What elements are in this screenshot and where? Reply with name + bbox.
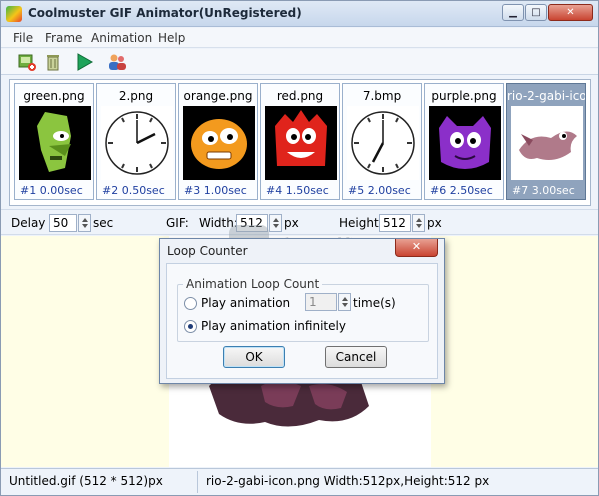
frame-info: #2 0.50sec: [102, 184, 165, 197]
play-icon[interactable]: [74, 52, 94, 72]
app-window: Coolmuster GIF Animator(UnRegistered) ▁ …: [0, 0, 599, 496]
frame-thumbnail: [511, 106, 583, 180]
status-file: Untitled.gif (512 * 512)px: [9, 474, 163, 488]
users-icon[interactable]: [107, 52, 127, 72]
delay-spinner[interactable]: [78, 214, 91, 232]
dialog-body: Animation Loop Count Play animation 1 ti…: [166, 263, 438, 379]
frame-5[interactable]: 7.bmp #5 2.00sec: [342, 83, 422, 200]
maximize-button[interactable]: □: [525, 4, 547, 21]
frame-name: purple.png: [431, 89, 497, 103]
group-label: Animation Loop Count: [183, 277, 323, 291]
play-infinite-radio[interactable]: [184, 320, 197, 333]
width-spinner[interactable]: [269, 214, 282, 232]
width-label: Width:: [199, 216, 238, 230]
width-unit: px: [284, 216, 299, 230]
frame-info: #6 2.50sec: [430, 184, 493, 197]
loop-count-spinner[interactable]: [338, 293, 351, 311]
dialog-close-button[interactable]: ✕: [395, 239, 438, 257]
frame-7[interactable]: rio-2-gabi-icon #7 3.00sec: [506, 83, 586, 200]
frame-info: #7 3.00sec: [512, 184, 575, 197]
height-spinner[interactable]: [412, 214, 425, 232]
frame-info: #4 1.50sec: [266, 184, 329, 197]
frame-strip[interactable]: green.png #1 0.00sec 2.png #2 0.50sec or…: [9, 79, 591, 206]
loop-count-input[interactable]: 1: [305, 293, 337, 311]
play-count-radio[interactable]: [184, 297, 197, 310]
title-bar[interactable]: Coolmuster GIF Animator(UnRegistered) ▁ …: [1, 1, 598, 27]
height-input[interactable]: 512: [379, 214, 411, 232]
loop-count-group: [177, 284, 429, 342]
frame-4[interactable]: red.png #4 1.50sec: [260, 83, 340, 200]
cancel-button[interactable]: Cancel: [325, 346, 387, 368]
height-unit: px: [427, 216, 442, 230]
menu-frame[interactable]: Frame: [45, 31, 82, 45]
loop-count-unit: time(s): [353, 296, 396, 310]
frame-name: green.png: [23, 89, 85, 103]
menu-animation[interactable]: Animation: [91, 31, 152, 45]
delay-input[interactable]: 50: [49, 214, 77, 232]
toolbar: [1, 49, 598, 75]
delay-unit: sec: [93, 216, 114, 230]
window-title: Coolmuster GIF Animator(UnRegistered): [28, 6, 302, 20]
app-icon: [6, 6, 22, 22]
ok-button[interactable]: OK: [223, 346, 285, 368]
delay-bar: Delay : 50 sec GIF: Width: 512 px Height…: [1, 209, 598, 235]
add-image-icon[interactable]: [17, 52, 37, 72]
menu-bar: File Frame Animation Help: [1, 28, 598, 48]
frame-thumbnail: [347, 106, 419, 180]
frame-name: 2.png: [118, 89, 154, 103]
frame-2[interactable]: 2.png #2 0.50sec: [96, 83, 176, 200]
frame-thumbnail: [183, 106, 255, 180]
minimize-button[interactable]: ▁: [502, 4, 524, 21]
frame-name: red.png: [276, 89, 324, 103]
play-infinite-label: Play animation infinitely: [201, 319, 346, 333]
frame-thumbnail: [429, 106, 501, 180]
frame-6[interactable]: purple.png #6 2.50sec: [424, 83, 504, 200]
close-button[interactable]: ✕: [548, 4, 593, 21]
frame-1[interactable]: green.png #1 0.00sec: [14, 83, 94, 200]
frame-name: orange.png: [183, 89, 253, 103]
frame-3[interactable]: orange.png #3 1.00sec: [178, 83, 258, 200]
frame-info: #1 0.00sec: [20, 184, 83, 197]
frame-name: 7.bmp: [362, 89, 402, 103]
height-label: Height:: [339, 216, 383, 230]
play-count-label: Play animation: [201, 296, 291, 310]
loop-counter-dialog: Loop Counter ✕ Animation Loop Count Play…: [159, 238, 445, 384]
delay-label: Delay :: [11, 216, 54, 230]
frame-info: #3 1.00sec: [184, 184, 247, 197]
status-bar: Untitled.gif (512 * 512)px rio-2-gabi-ic…: [1, 468, 598, 495]
gif-label: GIF:: [166, 216, 189, 230]
frame-info: #5 2.00sec: [348, 184, 411, 197]
frame-thumbnail: [265, 106, 337, 180]
menu-help[interactable]: Help: [158, 31, 185, 45]
frame-thumbnail: [101, 106, 173, 180]
width-input[interactable]: 512: [236, 214, 268, 232]
frame-name: rio-2-gabi-icon: [507, 89, 585, 103]
delete-icon[interactable]: [43, 52, 63, 72]
frame-thumbnail: [19, 106, 91, 180]
dialog-title: Loop Counter: [167, 244, 248, 258]
status-separator: [197, 471, 198, 493]
menu-file[interactable]: File: [13, 31, 33, 45]
status-selection: rio-2-gabi-icon.png Width:512px,Height:5…: [206, 474, 490, 488]
